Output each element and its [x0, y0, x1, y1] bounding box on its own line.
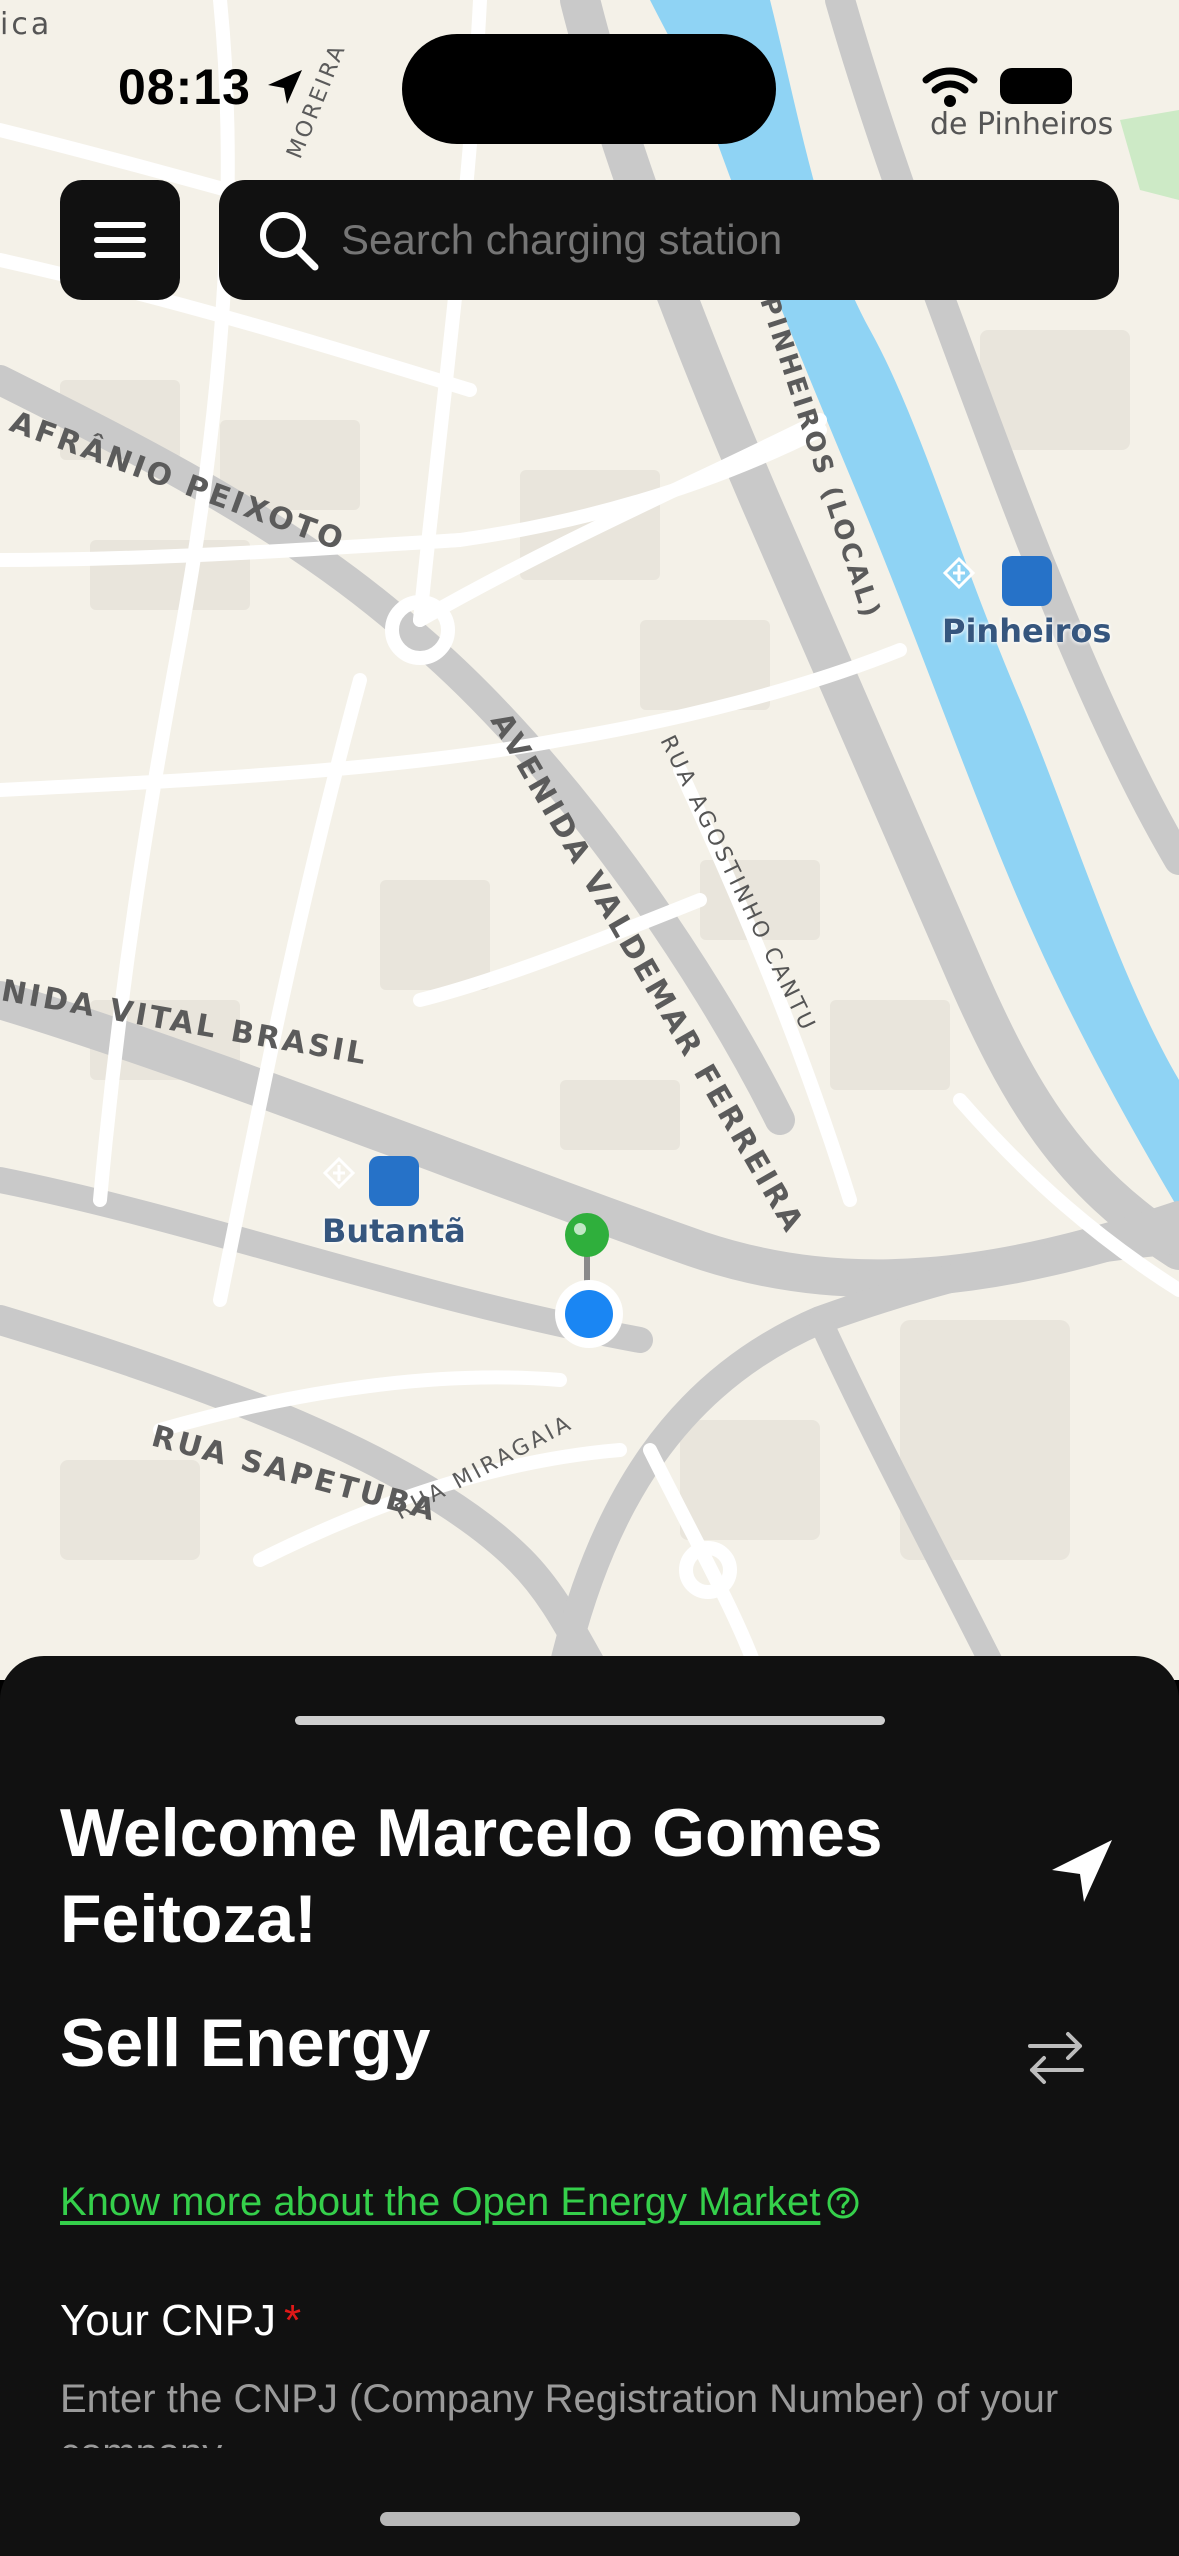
help-circle-icon	[827, 2187, 859, 2218]
metro-icon	[322, 1156, 419, 1206]
bottom-sheet[interactable]: Welcome Marcelo Gomes Feitoza! Sell Ener…	[0, 1656, 1179, 2556]
welcome-heading: Welcome Marcelo Gomes Feitoza!	[60, 1795, 883, 1957]
menu-icon	[94, 222, 146, 258]
sheet-grabber[interactable]	[295, 1716, 885, 1725]
metro-icon	[942, 556, 1052, 606]
cnpj-label-text: Your CNPJ	[60, 2296, 277, 2345]
open-energy-market-link[interactable]: Know more about the Open Energy Market	[60, 2180, 860, 2225]
cnpj-field[interactable]: Enter the CNPJ (Company Registration Num…	[60, 2372, 1120, 2448]
battery-icon	[1000, 68, 1072, 104]
search-icon	[260, 212, 319, 271]
street-label-miragaia: RUA MIRAGAIA	[391, 1410, 577, 1525]
search-bar[interactable]	[219, 180, 1119, 300]
section-title: Sell Energy	[60, 2005, 431, 2081]
status-bar: 08:13	[0, 0, 1179, 170]
wifi-icon	[922, 67, 978, 107]
navigation-arrow-icon[interactable]	[1048, 1836, 1118, 1906]
status-time: 08:13	[118, 59, 251, 115]
dynamic-island	[402, 34, 776, 144]
metro-label-pinheiros: Pinheiros	[942, 612, 1112, 650]
user-location-icon	[555, 1280, 623, 1348]
menu-button[interactable]	[60, 180, 180, 300]
required-mark: *	[284, 2296, 302, 2345]
metro-station-pinheiros[interactable]: Pinheiros	[942, 556, 1111, 650]
metro-label-butanta: Butantã	[322, 1212, 466, 1250]
search-input[interactable]	[341, 216, 1081, 264]
home-indicator[interactable]	[380, 2512, 800, 2526]
swap-icon[interactable]	[1024, 2026, 1088, 2090]
metro-station-butanta[interactable]: Butantã	[322, 1156, 466, 1250]
cnpj-label: Your CNPJ *	[60, 2296, 301, 2346]
market-link-text: Know more about the Open Energy Market	[60, 2180, 821, 2224]
location-arrow-icon	[268, 70, 302, 104]
